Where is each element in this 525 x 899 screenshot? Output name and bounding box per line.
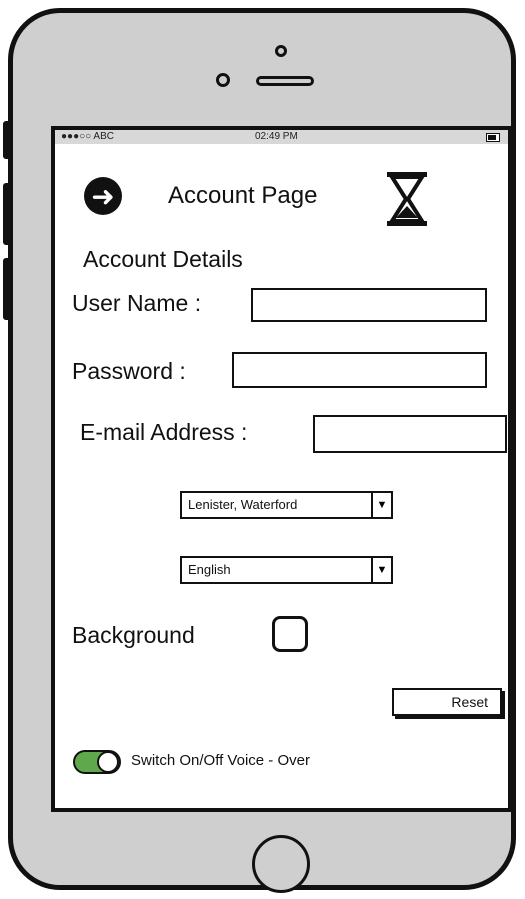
phone-frame: ●●●○○ ABC 02:49 PM ➜ Account Page Accoun… [3, 8, 516, 893]
back-arrow-icon[interactable]: ➜ [84, 177, 122, 215]
language-select-value: English [188, 562, 231, 577]
home-button[interactable] [252, 835, 310, 893]
status-time: 02:49 PM [255, 131, 298, 142]
toggle-knob [97, 751, 119, 773]
password-input[interactable] [232, 352, 487, 388]
screen: ●●●○○ ABC 02:49 PM ➜ Account Page Accoun… [51, 126, 512, 812]
dropdown-arrow-icon: ▼ [371, 558, 391, 582]
mute-switch [3, 121, 13, 159]
voice-over-toggle[interactable] [73, 750, 121, 774]
username-input[interactable] [251, 288, 487, 322]
background-label: Background [72, 622, 195, 648]
dropdown-arrow-icon: ▼ [371, 493, 391, 517]
location-select[interactable]: Lenister, Waterford ▼ [180, 491, 393, 519]
volume-up-button [3, 183, 13, 245]
proximity-sensor [275, 45, 287, 57]
email-input[interactable] [313, 415, 507, 453]
front-camera [216, 73, 230, 87]
reset-button[interactable]: Reset [392, 688, 502, 716]
voice-over-label: Switch On/Off Voice - Over [131, 752, 310, 769]
location-select-value: Lenister, Waterford [188, 497, 298, 512]
volume-down-button [3, 258, 13, 320]
earpiece-speaker [256, 76, 314, 86]
password-label: Password : [72, 358, 186, 384]
status-bar: ●●●○○ ABC 02:49 PM [55, 130, 508, 144]
hourglass-icon [387, 172, 427, 226]
carrier-signal: ●●●○○ ABC [61, 131, 114, 142]
username-label: User Name : [72, 290, 202, 316]
email-label: E-mail Address : [80, 419, 248, 445]
section-title: Account Details [83, 246, 243, 272]
language-select[interactable]: English ▼ [180, 556, 393, 584]
page-title: Account Page [168, 182, 318, 209]
background-checkbox[interactable] [272, 616, 308, 652]
battery-icon [486, 133, 500, 142]
